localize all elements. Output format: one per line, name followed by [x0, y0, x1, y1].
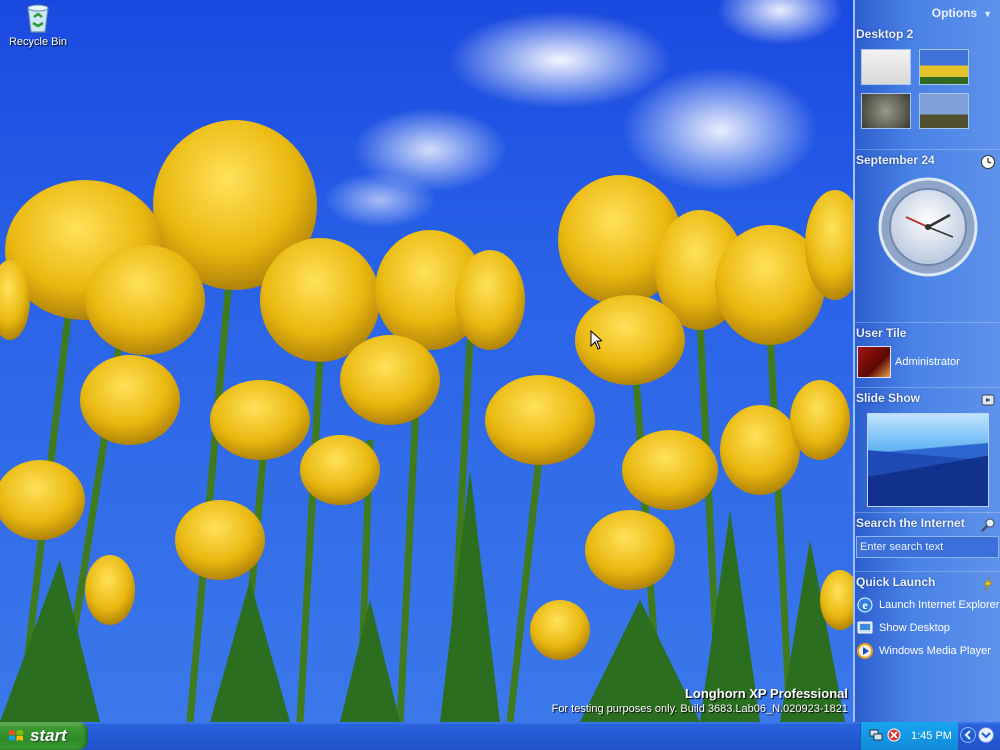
recycle-bin-icon — [23, 2, 53, 34]
security-alert-icon[interactable] — [887, 728, 901, 742]
slideshow-tile-title: Slide Show — [856, 391, 921, 405]
chevron-down-icon[interactable] — [978, 727, 994, 743]
user-tile: User Tile Administrator — [855, 322, 1000, 387]
taskbar: start 1:45 PM — [0, 722, 1000, 750]
slideshow-tile: Slide Show — [855, 387, 1000, 512]
media-player-icon — [857, 642, 873, 659]
windows-logo-icon — [9, 730, 23, 741]
taskbar-clock[interactable]: 1:45 PM — [911, 730, 952, 742]
mouse-pointer-icon — [590, 330, 602, 350]
analog-clock — [878, 177, 978, 277]
search-tile: Search the Internet Enter search text — [855, 512, 1000, 571]
quick-launch-internet-explorer[interactable]: e Launch Internet Explorer — [855, 593, 1000, 616]
clock-tile-title: September 24 — [856, 153, 935, 167]
system-tray: 1:45 PM — [860, 722, 958, 750]
quick-launch-show-desktop[interactable]: Show Desktop — [855, 616, 1000, 639]
desktop-thumbnail-3[interactable] — [861, 93, 911, 129]
desktop-tile-title: Desktop 2 — [856, 27, 914, 41]
svg-text:e: e — [862, 598, 868, 612]
quick-launch-label: Show Desktop — [879, 621, 950, 634]
quick-launch-title: Quick Launch — [856, 575, 936, 589]
internet-explorer-icon: e — [857, 597, 873, 612]
desktop-thumbnail-2[interactable] — [919, 49, 969, 85]
start-label: start — [30, 726, 67, 745]
build-watermark: Longhorn XP Professional For testing pur… — [552, 686, 848, 715]
network-icon[interactable] — [869, 728, 883, 742]
chevron-down-icon: ▼ — [983, 9, 992, 19]
clock-icon[interactable] — [980, 154, 996, 170]
watermark-subtitle: For testing purposes only. Build 3683.La… — [551, 703, 848, 715]
user-name: Administrator — [895, 356, 960, 368]
slideshow-image[interactable] — [867, 413, 989, 507]
user-avatar — [857, 346, 891, 378]
tulip-field-image — [0, 120, 855, 722]
chevron-left-icon[interactable] — [960, 727, 976, 743]
recycle-bin-shortcut[interactable]: Recycle Bin — [6, 2, 70, 48]
quick-launch-label: Windows Media Player — [879, 644, 991, 657]
desktop-switcher-tile: Desktop 2 — [855, 24, 1000, 149]
quick-launch-media-player[interactable]: Windows Media Player — [855, 639, 1000, 662]
user-account-entry[interactable]: Administrator — [855, 340, 1000, 378]
show-desktop-icon — [857, 621, 873, 633]
desktop-thumbnail-1[interactable] — [861, 49, 911, 85]
search-icon[interactable] — [980, 517, 996, 533]
start-button[interactable]: start — [0, 722, 88, 750]
clock-tile: September 24 — [855, 149, 1000, 322]
quick-launch-tile: Quick Launch e Launch Internet Explorer … — [855, 571, 1000, 692]
lightning-icon[interactable] — [980, 576, 996, 592]
desktop-thumbnail-4[interactable] — [919, 93, 969, 129]
search-tile-title: Search the Internet — [856, 516, 965, 530]
quick-launch-label: Launch Internet Explorer — [879, 598, 1000, 611]
desktop-wallpaper — [0, 0, 855, 722]
recycle-bin-label: Recycle Bin — [8, 36, 68, 48]
options-label: Options — [931, 6, 978, 20]
slideshow-controls-icon[interactable] — [980, 392, 996, 408]
watermark-title: Longhorn XP Professional — [684, 686, 848, 701]
search-input[interactable]: Enter search text — [856, 536, 999, 558]
user-tile-title: User Tile — [856, 326, 907, 340]
sidebar: Options ▼ Desktop 2 September 24 User Ti… — [853, 0, 1000, 722]
sidebar-options-button[interactable]: Options ▼ — [855, 0, 1000, 24]
